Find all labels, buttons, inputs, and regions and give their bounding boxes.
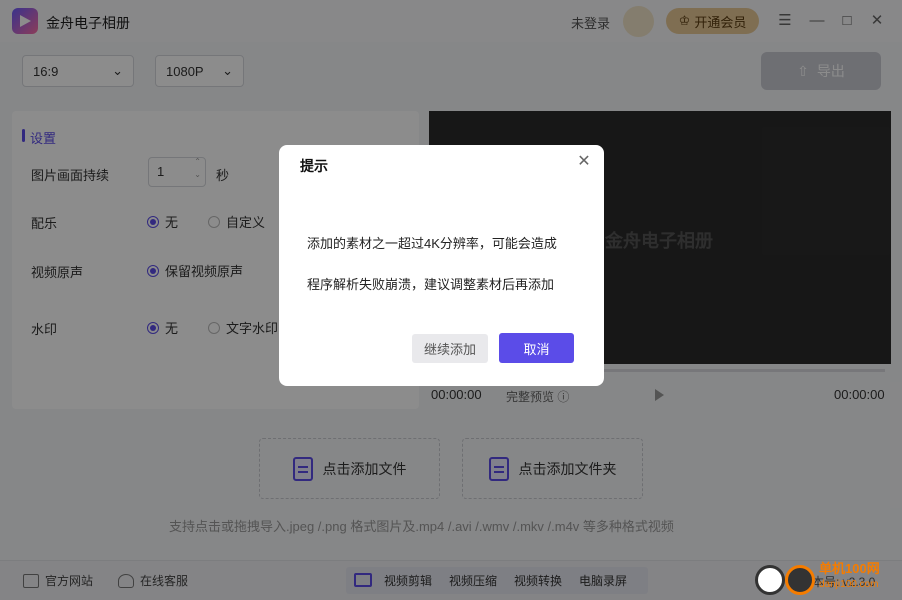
dot-circle-icon [785,565,815,595]
cancel-button[interactable]: 取消 [499,333,574,363]
site-url: danji100.com [819,579,879,590]
site-name: 单机100网 [819,561,880,576]
plus-circle-icon [755,565,785,595]
site-badge: 单机100网 danji100.com [819,561,880,593]
continue-add-button[interactable]: 继续添加 [412,334,488,363]
site-logo [755,565,817,595]
dialog-message-line1: 添加的素材之一超过4K分辨率，可能会造成 [307,236,557,251]
alert-dialog: 提示 ✕ 添加的素材之一超过4K分辨率，可能会造成 程序解析失败崩溃，建议调整素… [279,145,604,386]
dialog-message-line2: 程序解析失败崩溃，建议调整素材后再添加 [307,277,555,292]
close-icon[interactable]: ✕ [577,154,591,170]
dialog-title: 提示 [300,158,328,174]
